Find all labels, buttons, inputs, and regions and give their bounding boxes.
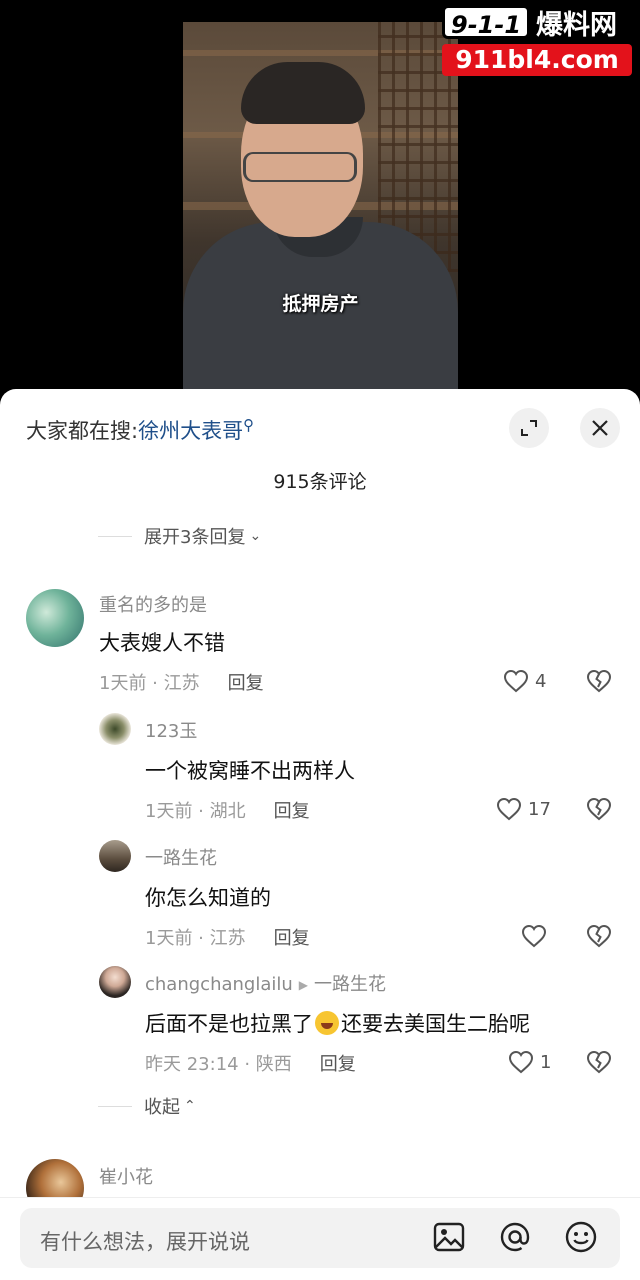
heart-icon <box>508 1050 534 1074</box>
broken-heart-icon <box>586 1050 612 1074</box>
avatar[interactable] <box>99 840 131 872</box>
person-hair <box>241 62 365 124</box>
like-button[interactable]: 17 <box>496 797 551 821</box>
dislike-button[interactable] <box>586 797 612 825</box>
watermark-number: 9-1-1 <box>442 5 531 39</box>
avatar[interactable] <box>26 589 84 647</box>
search-suggestion[interactable]: 大家都在搜:徐州大表哥⚲ <box>26 415 254 445</box>
like-count: 1 <box>540 1051 552 1073</box>
comments-sheet: 大家都在搜:徐州大表哥⚲ 915条评论 展开3条回复 ⌄ 重名的多的是 大表嫂人… <box>0 389 640 1280</box>
video-player[interactable]: 抵押房产 9-1-1 爆料网 911bl4.com <box>0 0 640 400</box>
image-icon <box>433 1222 465 1252</box>
reply-button[interactable]: 回复 <box>320 1054 356 1075</box>
like-count: 17 <box>528 798 551 820</box>
watermark-logo: 9-1-1 爆料网 911bl4.com <box>442 4 634 76</box>
avatar[interactable] <box>99 966 131 998</box>
broken-heart-icon <box>586 924 612 948</box>
like-button[interactable]: 4 <box>503 669 546 693</box>
divider-line <box>98 1105 132 1107</box>
reply-button[interactable]: 回复 <box>274 928 310 949</box>
dislike-button[interactable] <box>586 669 612 697</box>
comment-text: 你怎么知道的 <box>145 886 271 910</box>
expand-button[interactable] <box>509 408 549 448</box>
comment-username[interactable]: 一路生花 <box>145 844 217 870</box>
broken-heart-icon <box>586 797 612 821</box>
like-button[interactable] <box>521 924 553 948</box>
comment-text: 大表嫂人不错 <box>99 631 225 655</box>
video-frame[interactable]: 抵押房产 <box>183 22 458 390</box>
reply-arrow-icon: ▶ <box>298 978 309 992</box>
like-button[interactable]: 1 <box>508 1050 551 1074</box>
avatar[interactable] <box>99 713 131 745</box>
reply-author[interactable]: changchanglailu <box>145 974 293 995</box>
chevron-up-icon: ⌃ <box>184 1098 196 1114</box>
comment-username[interactable]: 123玉 <box>145 717 197 743</box>
collapse-replies-button[interactable]: 收起 ⌃ <box>98 1093 196 1119</box>
divider-line <box>98 535 132 537</box>
comment-time-location: 1天前 · 江苏 <box>145 928 246 949</box>
laughing-crying-emoji-icon <box>315 1011 339 1035</box>
person-glasses <box>243 152 357 182</box>
like-count: 4 <box>535 670 547 692</box>
comment-username[interactable]: 重名的多的是 <box>99 591 207 617</box>
comment-time-location: 1天前 · 湖北 <box>145 801 246 822</box>
reply-target[interactable]: 一路生花 <box>314 974 386 995</box>
collapse-label: 收起 <box>144 1097 180 1118</box>
comment-time-location: 1天前 · 江苏 <box>99 673 200 694</box>
comment-username[interactable]: changchanglailu ▶ 一路生花 <box>145 970 386 996</box>
reply-button[interactable]: 回复 <box>274 801 310 822</box>
comment-input-placeholder: 有什么想法，展开说说 <box>40 1230 250 1254</box>
mention-button[interactable] <box>498 1220 532 1258</box>
watermark-url: 911bl4.com <box>442 44 632 76</box>
comment-username[interactable]: 崔小花 <box>99 1163 153 1189</box>
comment-text-part: 还要去美国生二胎呢 <box>341 1012 530 1036</box>
search-icon: ⚲ <box>243 416 255 434</box>
broken-heart-icon <box>586 669 612 693</box>
comment-text: 后面不是也拉黑了 还要去美国生二胎呢 <box>145 1008 530 1038</box>
comment-input[interactable]: 有什么想法，展开说说 <box>20 1208 620 1268</box>
search-prefix: 大家都在搜: <box>26 419 139 443</box>
comment-input-bar: 有什么想法，展开说说 <box>0 1197 640 1280</box>
close-icon <box>592 420 608 436</box>
expand-replies-button[interactable]: 展开3条回复 ⌄ <box>98 523 261 549</box>
comment-text: 一个被窝睡不出两样人 <box>145 759 355 783</box>
image-button[interactable] <box>432 1220 466 1258</box>
video-subtitle: 抵押房产 <box>282 293 359 315</box>
expand-icon <box>521 420 537 436</box>
emoji-button[interactable] <box>564 1220 598 1258</box>
heart-icon <box>496 797 522 821</box>
comment-count: 915条评论 <box>273 471 367 493</box>
emoji-icon <box>565 1221 597 1253</box>
dislike-button[interactable] <box>586 924 612 952</box>
comment-time-location: 昨天 23:14 · 陕西 <box>145 1054 292 1075</box>
chevron-down-icon: ⌄ <box>249 528 262 544</box>
comment-text-part: 后面不是也拉黑了 <box>145 1012 313 1036</box>
heart-icon <box>521 924 547 948</box>
expand-replies-label: 展开3条回复 <box>144 527 246 548</box>
reply-button[interactable]: 回复 <box>228 673 264 694</box>
heart-icon <box>503 669 529 693</box>
at-icon <box>500 1222 530 1252</box>
close-button[interactable] <box>580 408 620 448</box>
watermark-name: 爆料网 <box>536 9 618 41</box>
search-keyword[interactable]: 徐州大表哥 <box>138 419 243 443</box>
dislike-button[interactable] <box>586 1050 612 1078</box>
